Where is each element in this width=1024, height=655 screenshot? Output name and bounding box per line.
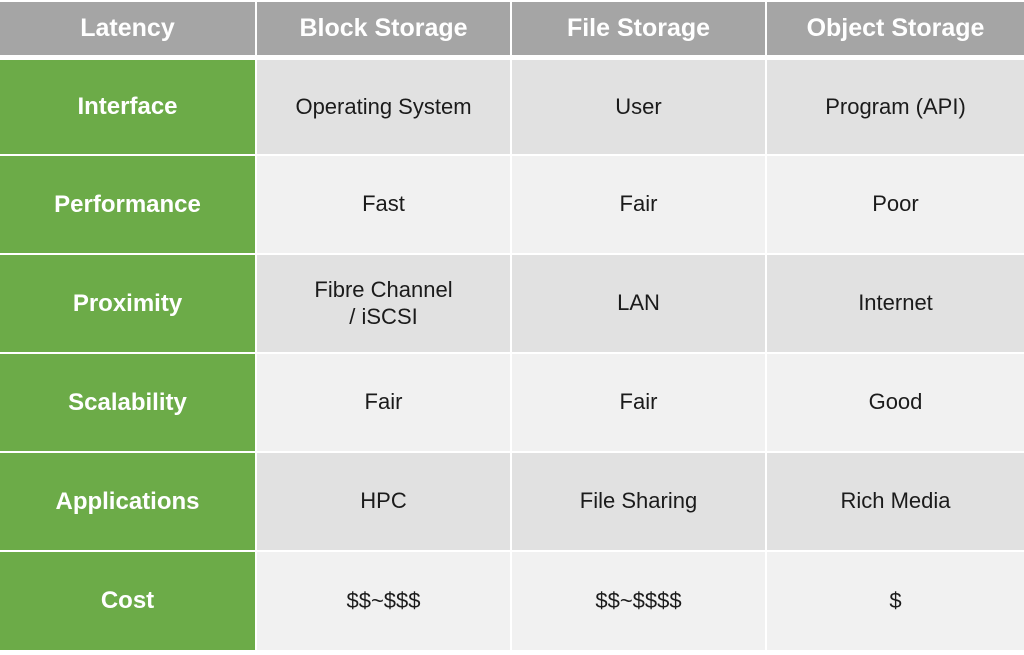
table-cell: File Sharing [512, 453, 765, 550]
table-cell: Fair [257, 354, 510, 451]
row-label-scalability: Scalability [0, 354, 255, 451]
table-cell: Internet [767, 255, 1024, 352]
header-cell-latency: Latency [0, 2, 255, 55]
table-cell: Fair [512, 354, 765, 451]
table-cell: LAN [512, 255, 765, 352]
table-cell: Poor [767, 156, 1024, 253]
header-cell-object-storage: Object Storage [767, 2, 1024, 55]
table-cell: HPC [257, 453, 510, 550]
table-cell: User [512, 60, 765, 154]
table-cell: $$~$$$ [257, 552, 510, 650]
header-cell-file-storage: File Storage [512, 2, 765, 55]
table-cell: Good [767, 354, 1024, 451]
header-cell-block-storage: Block Storage [257, 2, 510, 55]
table-cell: Fair [512, 156, 765, 253]
row-label-applications: Applications [0, 453, 255, 550]
table-cell: Fast [257, 156, 510, 253]
table-cell: Operating System [257, 60, 510, 154]
row-label-performance: Performance [0, 156, 255, 253]
table-cell: Program (API) [767, 60, 1024, 154]
storage-comparison-table: Latency Block Storage File Storage Objec… [0, 0, 1024, 655]
table-cell: $ [767, 552, 1024, 650]
table-cell: Rich Media [767, 453, 1024, 550]
row-label-proximity: Proximity [0, 255, 255, 352]
table-cell: $$~$$$$ [512, 552, 765, 650]
row-label-interface: Interface [0, 60, 255, 154]
table-cell: Fibre Channel / iSCSI [257, 255, 510, 352]
row-label-cost: Cost [0, 552, 255, 650]
